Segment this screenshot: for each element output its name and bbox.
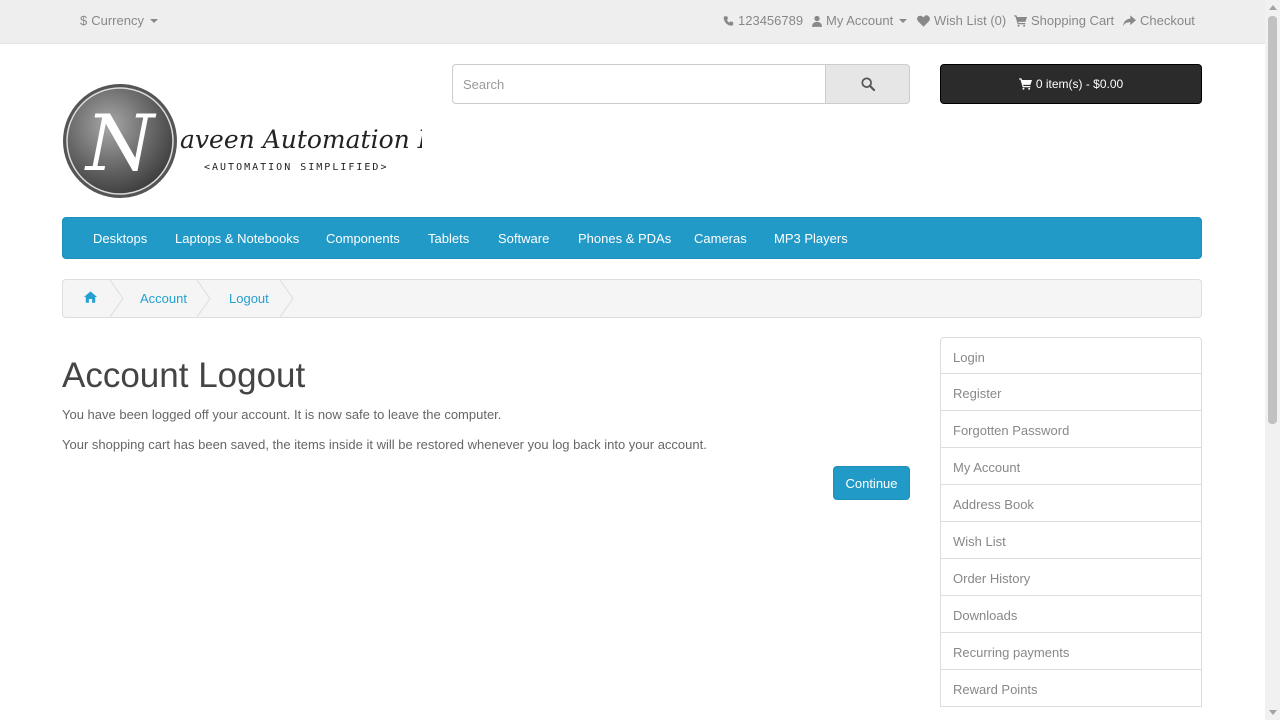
- continue-button[interactable]: Continue: [833, 466, 910, 500]
- breadcrumb-separator: [110, 280, 124, 317]
- checkout-link[interactable]: Checkout: [1123, 13, 1195, 28]
- sidebar-item-downloads[interactable]: Downloads: [940, 596, 1202, 633]
- search-icon: [860, 77, 875, 91]
- search-button[interactable]: [826, 64, 910, 104]
- sidebar-item-recurring-payments[interactable]: Recurring payments: [940, 633, 1202, 670]
- sidebar-item-reward-points[interactable]: Reward Points: [940, 670, 1202, 707]
- scrollbar-thumb[interactable]: [1268, 16, 1277, 424]
- svg-text:aveen Automation Labs: aveen Automation Labs: [180, 125, 422, 154]
- breadcrumb-home[interactable]: [84, 291, 97, 306]
- menu-item-software[interactable]: Software: [498, 231, 549, 246]
- account-sidebar: Login Register Forgotten Password My Acc…: [940, 337, 1202, 707]
- cart-icon: [1018, 78, 1032, 90]
- caret-down-icon: [149, 18, 158, 23]
- page-title: Account Logout: [62, 356, 306, 395]
- menu-item-components[interactable]: Components: [326, 231, 400, 246]
- breadcrumb-account[interactable]: Account: [140, 291, 187, 306]
- sidebar-item-order-history[interactable]: Order History: [940, 559, 1202, 596]
- scroll-up-arrow-icon[interactable]: [1269, 5, 1277, 10]
- shopping-cart-label: Shopping Cart: [1031, 13, 1115, 28]
- wishlist-label: Wish List (0): [934, 13, 1007, 28]
- breadcrumb-separator: [280, 280, 294, 317]
- menu-item-desktops[interactable]: Desktops: [93, 231, 147, 246]
- sidebar-item-register[interactable]: Register: [940, 374, 1202, 411]
- my-account-dropdown[interactable]: My Account: [812, 13, 908, 28]
- checkout-label: Checkout: [1140, 13, 1195, 28]
- breadcrumb-separator: [197, 280, 211, 317]
- shopping-cart-link[interactable]: Shopping Cart: [1014, 13, 1114, 28]
- svg-text:<AUTOMATION SIMPLIFIED>: <AUTOMATION SIMPLIFIED>: [204, 162, 388, 173]
- menu-item-tablets[interactable]: Tablets: [428, 231, 469, 246]
- sidebar-item-login[interactable]: Login: [940, 337, 1202, 374]
- currency-dropdown[interactable]: $ Currency: [80, 13, 158, 28]
- svg-text:N: N: [84, 99, 157, 189]
- sidebar-item-address-book[interactable]: Address Book: [940, 485, 1202, 522]
- user-icon: [812, 15, 822, 27]
- main-menu: Desktops Laptops & Notebooks Components …: [62, 217, 1202, 259]
- phone-icon: [723, 15, 734, 26]
- currency-label: Currency: [91, 13, 144, 28]
- wishlist-link[interactable]: Wish List (0): [917, 13, 1006, 28]
- my-account-label: My Account: [826, 13, 894, 28]
- menu-item-mp3-players[interactable]: MP3 Players: [774, 231, 848, 246]
- top-bar: $ Currency 123456789 My Account Wish Lis…: [0, 0, 1265, 44]
- cart-total: 0 item(s) - $0.00: [1035, 77, 1124, 91]
- sidebar-item-forgotten-password[interactable]: Forgotten Password: [940, 411, 1202, 448]
- phone-link[interactable]: 123456789: [723, 13, 803, 28]
- menu-item-cameras[interactable]: Cameras: [694, 231, 747, 246]
- cart-button[interactable]: 0 item(s) - $0.00: [940, 64, 1202, 104]
- vertical-scrollbar[interactable]: [1265, 0, 1280, 720]
- logout-message: You have been logged off your account. I…: [62, 407, 502, 422]
- caret-down-icon: [899, 18, 908, 23]
- home-icon: [84, 291, 97, 303]
- heart-icon: [917, 14, 930, 27]
- breadcrumb-logout[interactable]: Logout: [229, 291, 269, 306]
- menu-item-phones[interactable]: Phones & PDAs: [578, 231, 671, 246]
- phone-number: 123456789: [738, 13, 804, 28]
- cart-saved-message: Your shopping cart has been saved, the i…: [62, 437, 707, 452]
- currency-symbol: $: [80, 13, 88, 28]
- site-logo[interactable]: N aveen Automation Labs <AUTOMATION SIMP…: [62, 82, 478, 200]
- breadcrumb: Account Logout: [62, 279, 1202, 318]
- sidebar-item-wish-list[interactable]: Wish List: [940, 522, 1202, 559]
- scroll-down-arrow-icon[interactable]: [1269, 710, 1277, 715]
- search-input[interactable]: [452, 64, 826, 104]
- menu-item-laptops[interactable]: Laptops & Notebooks: [175, 231, 299, 246]
- sidebar-item-my-account[interactable]: My Account: [940, 448, 1202, 485]
- cart-icon: [1014, 14, 1027, 27]
- search-bar: [452, 64, 910, 104]
- logo-graphic: N aveen Automation Labs <AUTOMATION SIMP…: [63, 84, 478, 198]
- share-icon: [1123, 14, 1136, 26]
